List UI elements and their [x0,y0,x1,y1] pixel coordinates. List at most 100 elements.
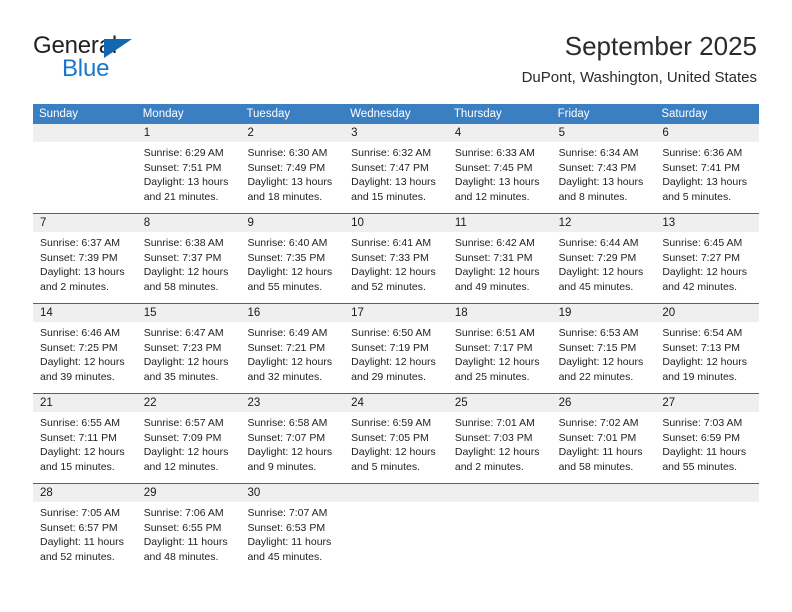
day-detail-line: Sunset: 7:41 PM [662,161,740,174]
day-number-11[interactable]: 11 [448,214,552,232]
day-number-14[interactable]: 14 [33,304,137,322]
day-detail-line: and 25 minutes. [454,370,530,383]
day-detail-line: and 5 minutes. [662,190,732,203]
day-cell-7[interactable]: Sunrise: 6:37 AM Sunset: 7:39 PM Daylight:… [33,232,137,303]
day-number-3[interactable]: 3 [344,124,448,142]
day-number-10[interactable]: 10 [344,214,448,232]
week-day-number-band: 7 8 9 10 11 12 13 [33,214,759,232]
day-cell-28[interactable]: Sunrise: 7:05 AM Sunset: 6:57 PM Daylight:… [33,502,137,573]
day-detail-line: Sunset: 7:23 PM [143,341,222,354]
day-cell-5[interactable]: Sunrise: 6:34 AM Sunset: 7:43 PM Daylight:… [552,142,656,213]
day-cell-24[interactable]: Sunrise: 6:59 AM Sunset: 7:05 PM Daylight:… [344,412,448,483]
week-detail-band: Sunrise: 7:05 AM Sunset: 6:57 PM Daylight:… [33,502,759,573]
day-cell-29[interactable]: Sunrise: 7:06 AM Sunset: 6:55 PM Daylight:… [137,502,241,573]
day-detail-line: Sunrise: 7:05 AM [40,507,120,519]
title-block: September 2025 DuPont, Washington, Unite… [522,30,757,87]
day-detail-line: Sunset: 7:45 PM [454,161,533,174]
day-detail-line: Sunrise: 6:30 AM [247,147,328,159]
day-detail-line: Sunrise: 7:03 AM [662,417,743,429]
day-cell-25[interactable]: Sunrise: 7:01 AM Sunset: 7:03 PM Daylight:… [448,412,552,483]
day-number-19[interactable]: 19 [552,304,656,322]
day-number-26[interactable]: 26 [552,394,656,412]
day-number-18[interactable]: 18 [448,304,552,322]
day-cell-10[interactable]: Sunrise: 6:41 AM Sunset: 7:33 PM Daylight:… [344,232,448,303]
day-number-4[interactable]: 4 [448,124,552,142]
day-detail-line: Daylight: 13 hours [40,266,125,279]
day-cell-13[interactable]: Sunrise: 6:45 AM Sunset: 7:27 PM Daylight:… [655,232,759,303]
day-detail-line: Sunset: 7:39 PM [40,251,118,264]
day-number-12[interactable]: 12 [552,214,656,232]
day-number-28[interactable]: 28 [33,484,137,502]
day-cell-19[interactable]: Sunrise: 6:53 AM Sunset: 7:15 PM Daylight:… [552,322,656,393]
day-cell-16[interactable]: Sunrise: 6:49 AM Sunset: 7:21 PM Daylight:… [240,322,344,393]
day-detail-line: Sunrise: 6:57 AM [143,417,224,429]
day-detail-line: and 12 minutes. [454,190,530,203]
day-cell-2[interactable]: Sunrise: 6:30 AM Sunset: 7:49 PM Daylight:… [240,142,344,213]
day-number-6[interactable]: 6 [655,124,759,142]
day-cell-3[interactable]: Sunrise: 6:32 AM Sunset: 7:47 PM Daylight:… [344,142,448,213]
day-cell-20[interactable]: Sunrise: 6:54 AM Sunset: 7:13 PM Daylight:… [655,322,759,393]
day-number-23[interactable]: 23 [240,394,344,412]
day-number-2[interactable]: 2 [240,124,344,142]
day-detail-line: Sunset: 7:15 PM [558,341,637,354]
day-detail-line: and 29 minutes. [351,370,426,383]
day-cell-17[interactable]: Sunrise: 6:50 AM Sunset: 7:19 PM Daylight:… [344,322,448,393]
logo-text-blue: Blue [62,55,110,82]
day-number-22[interactable]: 22 [137,394,241,412]
day-number-7[interactable]: 7 [33,214,137,232]
day-detail-line: and 49 minutes. [454,280,530,293]
day-number-1[interactable]: 1 [137,124,241,142]
day-detail-line: Sunset: 7:33 PM [351,251,429,264]
day-detail-line: and 45 minutes. [247,550,323,563]
day-cell-14[interactable]: Sunrise: 6:46 AM Sunset: 7:25 PM Daylight:… [33,322,137,393]
day-number-21[interactable]: 21 [33,394,137,412]
day-number-30[interactable]: 30 [240,484,344,502]
day-detail-line: and 55 minutes. [247,280,323,293]
day-cell-4[interactable]: Sunrise: 6:33 AM Sunset: 7:45 PM Daylight:… [448,142,552,213]
day-number-5[interactable]: 5 [552,124,656,142]
day-detail-line: Sunset: 7:17 PM [454,341,533,354]
day-detail-line: Daylight: 12 hours [143,356,229,369]
day-detail-line: Daylight: 11 hours [40,536,124,549]
day-number-13[interactable]: 13 [655,214,759,232]
day-number-27[interactable]: 27 [655,394,759,412]
day-number-25[interactable]: 25 [448,394,552,412]
day-detail-line: Sunrise: 7:06 AM [143,507,224,519]
page-title: September 2025 [564,31,757,61]
general-blue-logo[interactable]: General Blue [33,33,153,82]
day-number-17[interactable]: 17 [344,304,448,322]
day-cell-6[interactable]: Sunrise: 6:36 AM Sunset: 7:41 PM Daylight:… [655,142,759,213]
week-day-number-band: 28 29 30 [33,484,759,502]
day-detail-line: Sunset: 7:37 PM [143,251,222,264]
day-detail-line: and 58 minutes. [143,280,219,293]
day-cell-26[interactable]: Sunrise: 7:02 AM Sunset: 7:01 PM Daylight:… [552,412,656,483]
day-cell-11[interactable]: Sunrise: 6:42 AM Sunset: 7:31 PM Daylight:… [448,232,552,303]
day-number-15[interactable]: 15 [137,304,241,322]
day-cell-1[interactable]: Sunrise: 6:29 AM Sunset: 7:51 PM Daylight:… [137,142,241,213]
day-number-20[interactable]: 20 [655,304,759,322]
day-cell-9[interactable]: Sunrise: 6:40 AM Sunset: 7:35 PM Daylight:… [240,232,344,303]
day-detail-line: Sunset: 7:25 PM [40,341,118,354]
day-number-16[interactable]: 16 [240,304,344,322]
weekday-header-wednesday: Wednesday [350,108,411,120]
day-detail-line: Sunrise: 7:01 AM [454,417,535,429]
day-cell-21[interactable]: Sunrise: 6:55 AM Sunset: 7:11 PM Daylight:… [33,412,137,483]
weekday-header-tuesday: Tuesday [246,108,291,120]
day-number-24[interactable]: 24 [344,394,448,412]
day-number-8[interactable]: 8 [137,214,241,232]
day-number-29[interactable]: 29 [137,484,241,502]
day-detail-line: Sunset: 7:11 PM [40,431,117,444]
day-cell-30[interactable]: Sunrise: 7:07 AM Sunset: 6:53 PM Daylight:… [240,502,344,573]
day-cell-27[interactable]: Sunrise: 7:03 AM Sunset: 6:59 PM Daylight:… [655,412,759,483]
day-cell-22[interactable]: Sunrise: 6:57 AM Sunset: 7:09 PM Daylight:… [137,412,241,483]
day-cell-18[interactable]: Sunrise: 6:51 AM Sunset: 7:17 PM Daylight:… [448,322,552,393]
day-detail-line: and 18 minutes. [247,190,323,203]
day-cell-23[interactable]: Sunrise: 6:58 AM Sunset: 7:07 PM Daylight:… [240,412,344,483]
day-cell-15[interactable]: Sunrise: 6:47 AM Sunset: 7:23 PM Daylight:… [137,322,241,393]
day-detail-line: Daylight: 12 hours [40,446,125,459]
day-number-9[interactable]: 9 [240,214,344,232]
weekday-header-monday: Monday [142,108,184,120]
day-cell-12[interactable]: Sunrise: 6:44 AM Sunset: 7:29 PM Daylight:… [552,232,656,303]
day-cell-8[interactable]: Sunrise: 6:38 AM Sunset: 7:37 PM Daylight:… [137,232,241,303]
page-subtitle: DuPont, Washington, United States [521,69,757,86]
